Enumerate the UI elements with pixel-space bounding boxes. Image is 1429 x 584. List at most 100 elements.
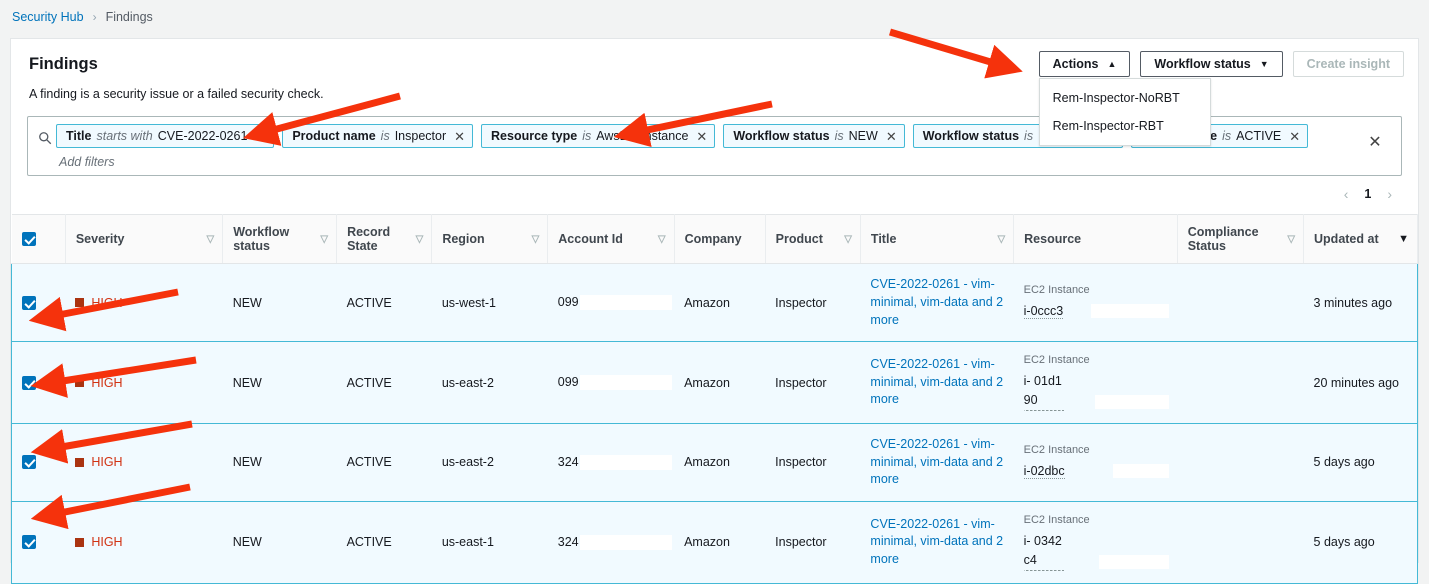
column-header-severity[interactable]: Severity ▽ xyxy=(65,214,224,264)
resource-id-value[interactable]: i- 0342c4 xyxy=(1023,532,1064,571)
cell-region: us-west-1 xyxy=(431,262,548,343)
updated-at-value: 5 days ago xyxy=(1313,455,1375,470)
column-header-product[interactable]: Product ▽ xyxy=(765,214,861,264)
product-value: Inspector xyxy=(775,375,827,390)
workflow-status-value: NEW xyxy=(232,295,262,310)
resource-id-wrap: i- 0342c4 xyxy=(1023,532,1170,571)
sort-icon[interactable]: ▽ xyxy=(320,234,328,245)
severity-square-icon xyxy=(75,298,85,308)
workflow-status-button[interactable]: Workflow status ▼ xyxy=(1140,51,1283,77)
filter-token-title[interactable]: Title starts with CVE-2022-0261 ✕ xyxy=(56,124,275,148)
breadcrumb-link-security-hub[interactable]: Security Hub xyxy=(12,10,84,24)
filter-token-product-name[interactable]: Product name is Inspector ✕ xyxy=(282,124,474,148)
token-remove-icon[interactable]: ✕ xyxy=(1289,130,1300,143)
account-id-text: 099 xyxy=(557,295,579,310)
sort-icon-active[interactable]: ▼ xyxy=(1398,233,1409,245)
sort-icon[interactable]: ▽ xyxy=(532,234,540,245)
menu-item-rem-inspector-norbt[interactable]: Rem-Inspector-NoRBT xyxy=(1040,84,1210,112)
cell-resource: EC2 Instance i-0ccc3 xyxy=(1013,262,1178,343)
select-all-checkbox[interactable] xyxy=(21,232,36,246)
workflow-status-value: NEW xyxy=(232,375,262,390)
row-checkbox[interactable] xyxy=(22,455,36,470)
filter-token-workflow-status-new[interactable]: Workflow status is NEW ✕ xyxy=(723,124,905,148)
sort-icon[interactable]: ▽ xyxy=(416,234,424,245)
cell-severity: HIGH xyxy=(65,501,223,584)
cell-title: CVE-2022-0261 - vim-minimal, vim-data an… xyxy=(860,422,1014,503)
sort-icon[interactable]: ▽ xyxy=(658,234,666,245)
table-row[interactable]: HIGH NEW ACTIVE us-east-2 099 Amazon Inspector… xyxy=(11,341,1418,424)
token-remove-icon[interactable]: ✕ xyxy=(696,130,707,143)
token-value: AwsEc2Instance xyxy=(596,129,689,143)
caret-down-icon: ▼ xyxy=(1259,58,1269,69)
row-checkbox[interactable] xyxy=(22,375,36,390)
column-label: Resource xyxy=(1024,232,1082,246)
product-value: Inspector xyxy=(775,295,827,310)
findings-table-wrap: Severity ▽ Workflow status ▽ Record Stat… xyxy=(11,214,1418,584)
pagination-next-icon[interactable]: › xyxy=(1387,186,1392,202)
cell-updated-at: 5 days ago xyxy=(1303,501,1418,584)
resource-id-value[interactable]: i-02dbc xyxy=(1023,464,1065,479)
resource-id-value[interactable]: i-0ccc3 xyxy=(1023,304,1064,320)
sort-icon[interactable]: ▽ xyxy=(997,234,1005,245)
row-select-cell xyxy=(11,501,66,584)
pagination-page-1[interactable]: 1 xyxy=(1364,187,1371,201)
column-header-workflow-status[interactable]: Workflow status ▽ xyxy=(222,214,338,264)
finding-title-link[interactable]: CVE-2022-0261 - vim-minimal, vim-data an… xyxy=(870,357,1003,407)
cell-record-state: ACTIVE xyxy=(336,262,432,343)
redaction-box xyxy=(1095,394,1170,409)
token-remove-icon[interactable]: ✕ xyxy=(454,130,465,143)
column-header-compliance-status[interactable]: Compliance Status ▽ xyxy=(1177,214,1305,264)
column-header-record-state[interactable]: Record State ▽ xyxy=(336,214,433,264)
token-value: CVE-2022-0261 xyxy=(157,129,248,143)
token-operator: starts with xyxy=(96,129,153,143)
cell-workflow-status: NEW xyxy=(222,262,337,343)
cell-title: CVE-2022-0261 - vim-minimal, vim-data an… xyxy=(860,341,1014,424)
resource-id-wrap: i- 01d190 xyxy=(1023,372,1170,411)
column-header-account-id[interactable]: Account Id ▽ xyxy=(547,214,675,264)
sort-icon[interactable]: ▽ xyxy=(1287,234,1295,245)
column-header-updated-at[interactable]: Updated at ▼ xyxy=(1303,214,1418,264)
finding-title-link[interactable]: CVE-2022-0261 - vim-minimal, vim-data an… xyxy=(870,277,1003,327)
row-checkbox[interactable] xyxy=(22,535,36,550)
account-id-value: 324 xyxy=(558,455,672,470)
panel-actions: Actions ▲ Rem-Inspector-NoRBT Rem-Inspec… xyxy=(1038,51,1404,146)
finding-title-link[interactable]: CVE-2022-0261 - vim-minimal, vim-data an… xyxy=(870,437,1003,487)
row-select-cell xyxy=(11,341,66,424)
cell-resource: EC2 Instance i- 0342c4 xyxy=(1013,501,1178,584)
resource-id-value[interactable]: i- 01d190 xyxy=(1023,372,1064,411)
cell-product: Inspector xyxy=(765,262,861,343)
actions-dropdown-menu[interactable]: Rem-Inspector-NoRBT Rem-Inspector-RBT xyxy=(1038,78,1211,146)
table-row[interactable]: HIGH NEW ACTIVE us-east-1 324 Amazon Inspector… xyxy=(11,501,1418,584)
table-row[interactable]: HIGH NEW ACTIVE us-west-1 099 Amazon Inspector… xyxy=(11,262,1418,343)
table-row[interactable]: HIGH NEW ACTIVE us-east-2 324 Amazon Inspector… xyxy=(11,422,1418,503)
table-body: HIGH NEW ACTIVE us-west-1 099 Amazon Inspector… xyxy=(11,262,1418,584)
token-operator: is xyxy=(380,129,390,143)
menu-item-rem-inspector-rbt[interactable]: Rem-Inspector-RBT xyxy=(1040,112,1210,140)
column-header-company[interactable]: Company xyxy=(674,214,766,264)
cell-account-id: 324 xyxy=(547,501,675,584)
cell-company: Amazon xyxy=(674,262,766,343)
token-remove-icon[interactable]: ✕ xyxy=(255,130,266,143)
cell-title: CVE-2022-0261 - vim-minimal, vim-data an… xyxy=(860,501,1014,584)
actions-button[interactable]: Actions ▲ xyxy=(1038,51,1131,77)
sort-icon[interactable]: ▽ xyxy=(206,234,214,245)
pagination-prev-icon[interactable]: ‹ xyxy=(1344,186,1349,202)
filter-token-resource-type[interactable]: Resource type is AwsEc2Instance ✕ xyxy=(481,124,716,148)
updated-at-value: 20 minutes ago xyxy=(1313,375,1399,390)
column-header-region[interactable]: Region ▽ xyxy=(431,214,549,264)
resource-id-wrap: i-0ccc3 xyxy=(1023,302,1170,321)
record-state-value: ACTIVE xyxy=(346,535,392,550)
cell-compliance-status xyxy=(1177,422,1304,503)
column-header-title[interactable]: Title ▽ xyxy=(860,214,1015,264)
column-header-resource[interactable]: Resource xyxy=(1013,214,1178,264)
token-remove-icon[interactable]: ✕ xyxy=(886,130,897,143)
add-filters-input[interactable]: Add filters xyxy=(56,148,1355,171)
row-select-cell xyxy=(11,422,66,503)
cell-account-id: 324 xyxy=(547,422,675,503)
sort-icon[interactable]: ▽ xyxy=(844,234,852,245)
clear-all-filters-icon[interactable]: ✕ xyxy=(1355,122,1395,152)
column-label: Title xyxy=(870,232,897,246)
create-insight-button[interactable]: Create insight xyxy=(1292,51,1404,77)
finding-title-link[interactable]: CVE-2022-0261 - vim-minimal, vim-data an… xyxy=(870,517,1003,567)
row-checkbox[interactable] xyxy=(22,295,36,310)
